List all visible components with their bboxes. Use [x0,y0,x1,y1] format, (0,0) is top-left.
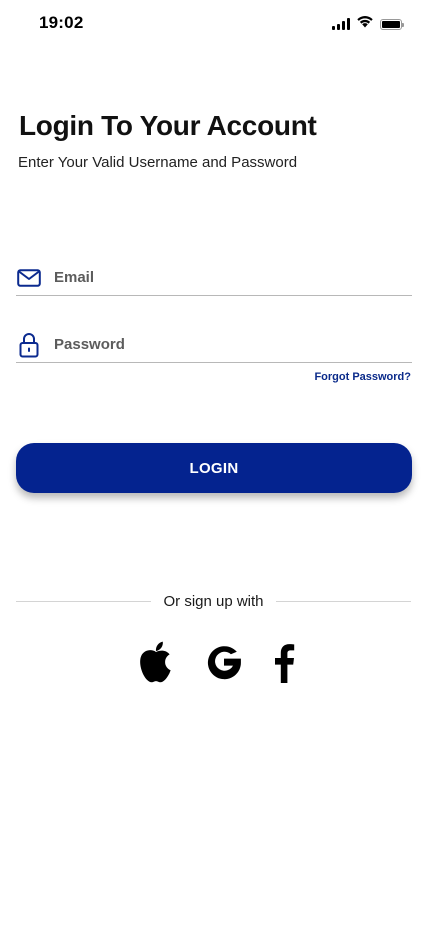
google-icon [203,641,245,688]
status-bar: 19:02 [0,0,428,46]
mail-icon [16,266,42,290]
social-buttons [0,640,428,688]
forgot-password-link[interactable]: Forgot Password? [314,371,411,383]
divider-line-right [275,600,412,602]
apple-icon [135,640,177,689]
page-title: Login To Your Account [19,110,317,141]
divider-line-left [16,600,152,602]
password-field [16,327,412,363]
battery-icon [380,18,404,30]
facebook-sign-in-button[interactable] [266,640,302,688]
status-time: 19:02 [39,13,84,32]
google-sign-in-button[interactable] [200,640,248,688]
facebook-icon [273,641,295,688]
page-subtitle: Enter Your Valid Username and Password [18,154,298,171]
email-field [16,260,412,296]
divider-text: Or sign up with [163,592,264,610]
lock-icon [16,333,42,358]
cellular-signal-icon [332,18,350,30]
sign-up-divider: Or sign up with [16,590,412,612]
status-icons [332,15,404,33]
email-input[interactable] [54,260,404,294]
apple-sign-in-button[interactable] [132,640,180,688]
password-input[interactable] [54,327,404,361]
login-button[interactable]: LOGIN [16,443,412,493]
wifi-icon [356,15,374,33]
